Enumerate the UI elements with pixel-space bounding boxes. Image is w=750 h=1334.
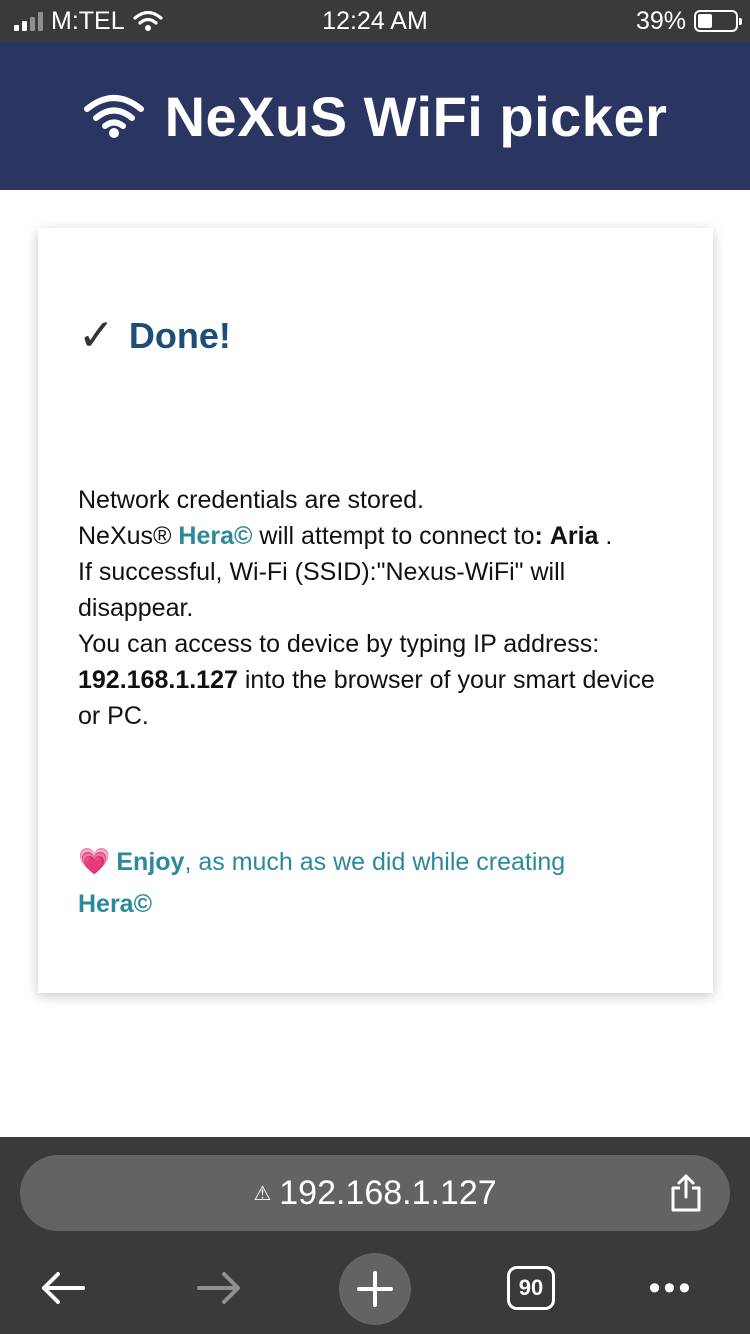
battery-icon bbox=[694, 10, 742, 32]
product-name: Hera© bbox=[178, 522, 253, 550]
plus-icon bbox=[357, 1271, 393, 1307]
status-right: 39% bbox=[635, 6, 742, 36]
status-bar: M:TEL 12:24 AM 39% bbox=[0, 0, 750, 42]
connect-colon: : bbox=[534, 522, 543, 550]
more-button[interactable]: ••• bbox=[636, 1253, 706, 1323]
connect-period: . bbox=[605, 522, 613, 550]
address-bar[interactable]: ⚠ 192.168.1.127 bbox=[20, 1155, 730, 1231]
more-icon: ••• bbox=[648, 1268, 694, 1307]
enjoy-product: Hera© bbox=[78, 890, 153, 918]
enjoy-bold: Enjoy bbox=[116, 848, 185, 876]
url-text: 192.168.1.127 bbox=[279, 1173, 497, 1212]
connect-text: will attempt to connect to bbox=[259, 522, 535, 550]
enjoy-message: 💗 Enjoy, as much as we did while creating… bbox=[78, 840, 678, 925]
back-button[interactable] bbox=[28, 1253, 98, 1323]
warning-icon: ⚠ bbox=[253, 1182, 272, 1205]
share-icon[interactable] bbox=[668, 1173, 704, 1213]
tabs-icon: 90 bbox=[507, 1266, 555, 1310]
done-title: Done! bbox=[128, 315, 231, 356]
wifi-icon bbox=[83, 95, 144, 138]
back-arrow-icon bbox=[42, 1272, 85, 1304]
device-ip: 192.168.1.127 bbox=[78, 666, 238, 694]
browser-toolbar: ⚠ 192.168.1.127 90 ••• bbox=[0, 1137, 750, 1334]
credentials-stored-text: Network credentials are stored. bbox=[78, 486, 424, 514]
tabs-button[interactable]: 90 bbox=[496, 1253, 566, 1323]
battery-percent: 39% bbox=[635, 6, 686, 35]
brand-name: NeXus® bbox=[78, 522, 172, 550]
battery-fill bbox=[698, 14, 713, 28]
forward-button[interactable] bbox=[184, 1253, 254, 1323]
heart-icon: 💗 bbox=[78, 846, 111, 876]
checkmark-icon: ✓ bbox=[78, 311, 115, 360]
page-title: NeXuS WiFi picker bbox=[164, 84, 668, 148]
browser-nav: 90 ••• bbox=[0, 1249, 750, 1325]
network-name: Aria bbox=[549, 522, 599, 550]
page-header: NeXuS WiFi picker bbox=[0, 42, 750, 190]
done-heading: ✓ Done! bbox=[78, 314, 231, 358]
ssid-text: If successful, Wi-Fi (SSID):"Nexus-WiFi"… bbox=[78, 558, 566, 622]
enjoy-text: , as much as we did while creating bbox=[184, 848, 566, 876]
result-card: ✓ Done! Network credentials are stored. … bbox=[38, 228, 713, 993]
result-message: Network credentials are stored. NeXus® H… bbox=[78, 482, 678, 734]
address-display[interactable]: ⚠ 192.168.1.127 bbox=[20, 1155, 730, 1231]
forward-arrow-icon bbox=[197, 1272, 240, 1304]
access-text: You can access to device by typing IP ad… bbox=[78, 630, 600, 658]
new-tab-button[interactable] bbox=[339, 1253, 411, 1325]
